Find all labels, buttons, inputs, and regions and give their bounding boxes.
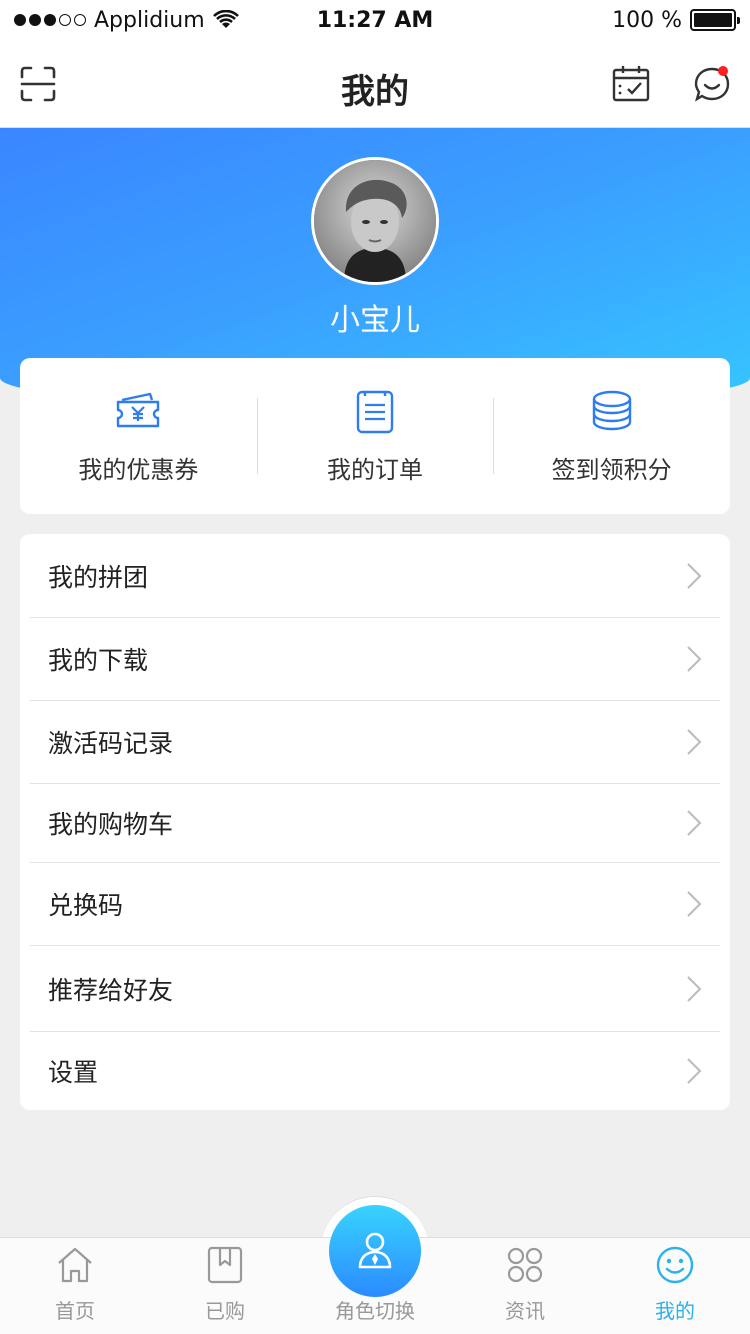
- quick-item-checkin[interactable]: 签到领积分: [493, 358, 730, 514]
- quick-item-coupons[interactable]: 我的优惠券: [20, 358, 257, 514]
- tab-label: 资讯: [505, 1299, 545, 1323]
- menu-item-label: 我的下载: [48, 646, 149, 675]
- chevron-right-icon: [687, 562, 702, 589]
- role-switch-button[interactable]: [329, 1205, 421, 1297]
- menu-item-label: 我的拼团: [48, 562, 149, 592]
- coins-stack-icon: [592, 390, 631, 430]
- notification-badge: [718, 66, 728, 76]
- menu-list: 我的拼团 我的下载 激活码记录 我的购物车 兑换码 推荐给好友 设置: [20, 534, 730, 1110]
- menu-item-downloads[interactable]: 我的下载: [30, 618, 720, 701]
- signal-strength-icon: [14, 14, 86, 26]
- nav-bar: 我的: [0, 40, 750, 128]
- chevron-right-icon: [687, 810, 702, 836]
- menu-item-label: 设置: [48, 1058, 99, 1087]
- calendar-check-icon[interactable]: [611, 64, 651, 104]
- tab-home[interactable]: 首页: [0, 1238, 150, 1334]
- quick-label-orders: 我的订单: [327, 455, 423, 484]
- status-left: Applidium: [14, 8, 239, 33]
- menu-item-group-buy[interactable]: 我的拼团: [30, 534, 720, 618]
- battery-icon: [690, 9, 740, 31]
- menu-item-label: 我的购物车: [48, 810, 174, 839]
- chevron-right-icon: [687, 1058, 702, 1084]
- bookmark-book-icon: [207, 1246, 243, 1284]
- order-list-icon: [356, 390, 394, 433]
- chevron-right-icon: [687, 975, 702, 1002]
- wifi-icon: [212, 10, 239, 28]
- quick-actions-card: 我的优惠券 我的订单 签到领积分: [20, 358, 730, 514]
- grid-circles-icon: [507, 1247, 543, 1283]
- tab-news[interactable]: 资讯: [450, 1238, 600, 1334]
- chevron-right-icon: [687, 646, 702, 672]
- chevron-right-icon: [687, 729, 702, 755]
- avatar[interactable]: [311, 157, 439, 285]
- message-bubble-icon[interactable]: [692, 64, 732, 104]
- home-icon: [58, 1247, 92, 1283]
- battery-percent: 100 %: [612, 7, 682, 33]
- menu-item-cart[interactable]: 我的购物车: [30, 784, 720, 863]
- tab-label: 角色切换: [335, 1299, 415, 1323]
- username: 小宝儿: [330, 303, 420, 338]
- menu-item-label: 激活码记录: [48, 729, 174, 758]
- menu-item-label: 兑换码: [48, 891, 124, 920]
- tab-purchased[interactable]: 已购: [150, 1238, 300, 1334]
- tab-label: 已购: [205, 1299, 245, 1323]
- carrier-name: Applidium: [94, 7, 205, 33]
- coupon-icon: [117, 392, 160, 427]
- tab-label: 首页: [55, 1299, 95, 1323]
- role-switch-icon: [358, 1232, 392, 1269]
- menu-item-activation-records[interactable]: 激活码记录: [30, 701, 720, 784]
- tab-mine[interactable]: 我的: [600, 1238, 750, 1334]
- status-right: 100 %: [612, 7, 740, 33]
- menu-item-settings[interactable]: 设置: [30, 1032, 720, 1110]
- tab-label: 我的: [655, 1299, 695, 1323]
- quick-item-orders[interactable]: 我的订单: [256, 358, 494, 514]
- menu-item-recommend[interactable]: 推荐给好友: [30, 946, 720, 1032]
- quick-label-coupons: 我的优惠券: [78, 455, 199, 484]
- menu-item-label: 推荐给好友: [48, 975, 174, 1005]
- menu-item-redeem-code[interactable]: 兑换码: [30, 863, 720, 946]
- smiley-icon: [656, 1246, 694, 1284]
- quick-label-checkin: 签到领积分: [551, 455, 672, 484]
- chevron-right-icon: [687, 891, 702, 917]
- status-bar: Applidium 11:27 AM 100 %: [0, 0, 750, 40]
